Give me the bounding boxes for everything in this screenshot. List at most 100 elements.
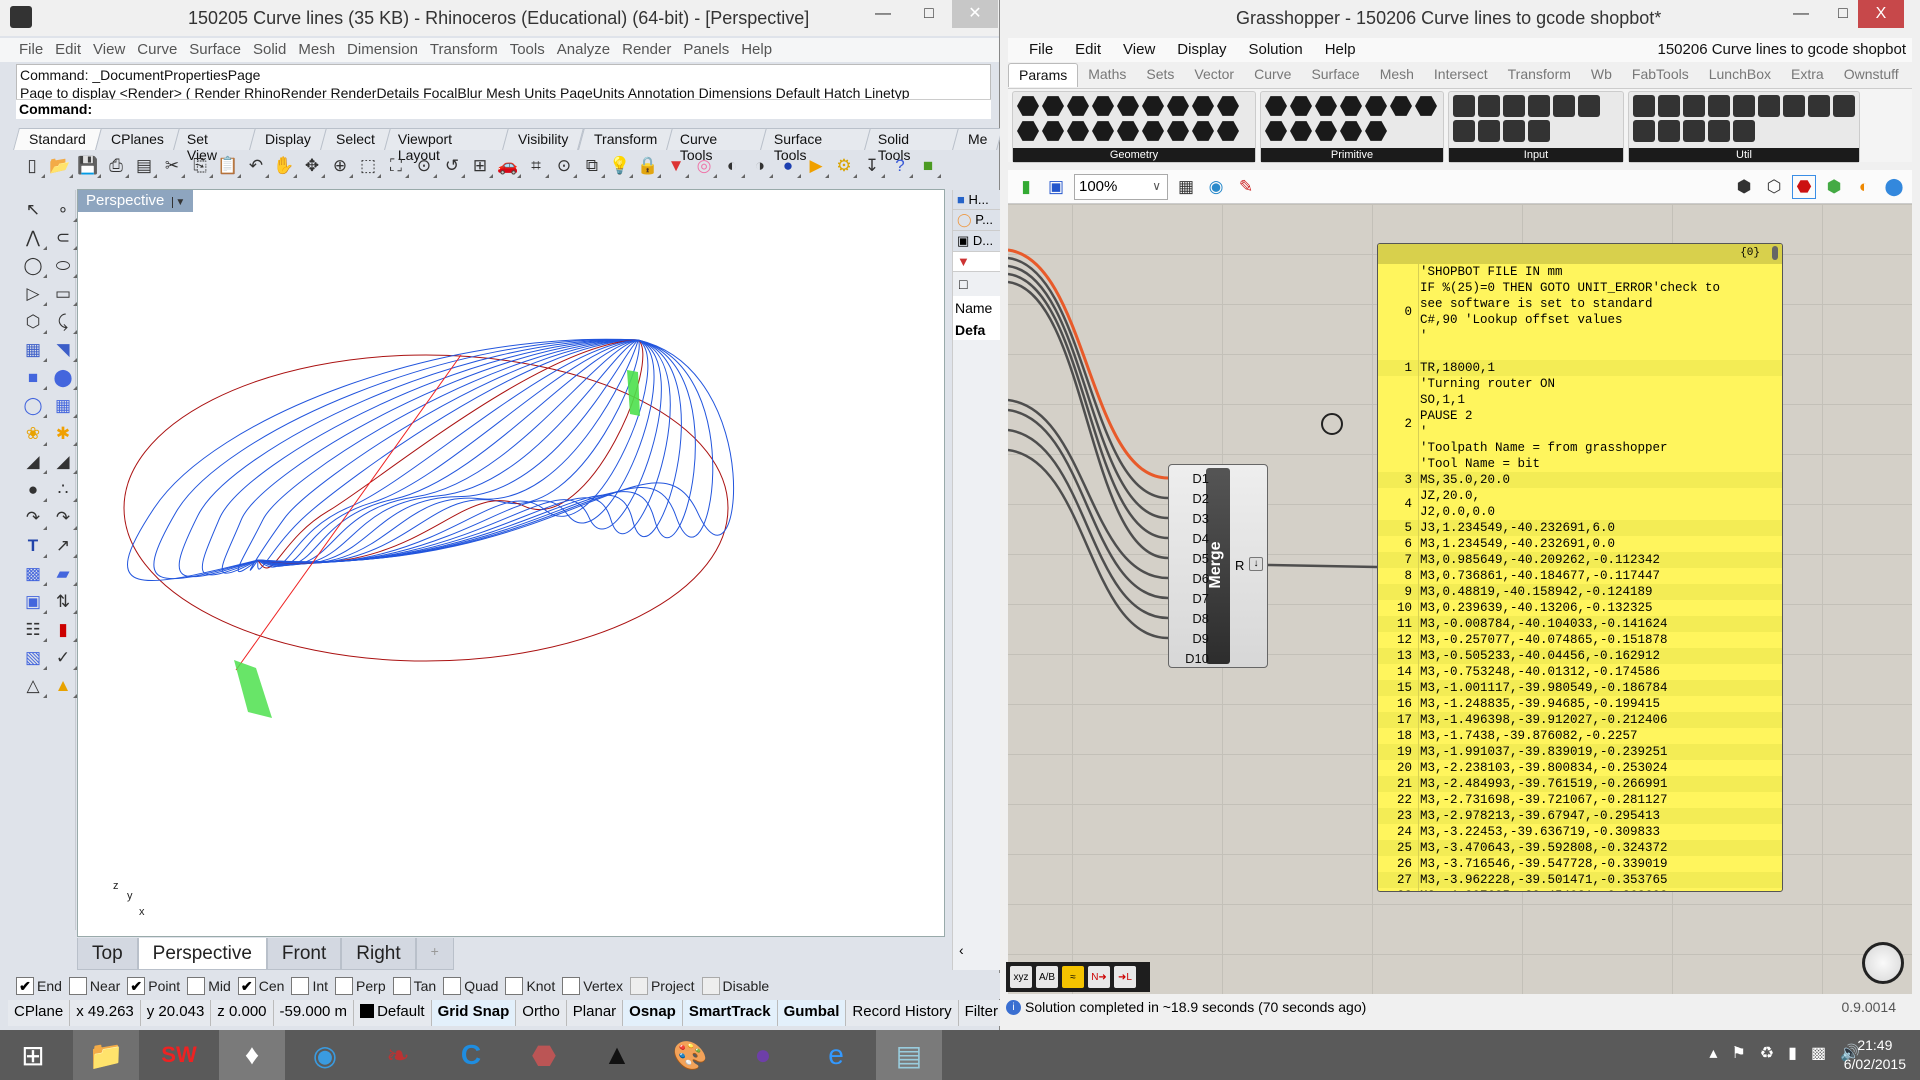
number-icon[interactable] xyxy=(1290,96,1312,116)
undo-icon[interactable]: ↶ xyxy=(244,154,269,178)
command-input[interactable]: Command: xyxy=(16,99,991,119)
matrix-icon[interactable] xyxy=(1340,121,1362,141)
toolbar-tab-visibility[interactable]: Visibility xyxy=(502,128,585,150)
twisted-box-icon[interactable] xyxy=(1217,121,1239,141)
options-gear-icon[interactable]: ⚙ xyxy=(832,154,857,178)
osnap-checkbox[interactable] xyxy=(629,977,648,995)
status-gumball[interactable]: Gumbal xyxy=(777,1000,847,1026)
material-pyramid-icon[interactable]: ▲ xyxy=(50,674,77,698)
osnap-end[interactable]: ✔ End xyxy=(16,977,62,995)
value-list-icon[interactable] xyxy=(1478,120,1500,142)
gh-tab-vector[interactable]: Vector xyxy=(1184,63,1244,87)
toolbar-tab-set-view[interactable]: Set View xyxy=(172,128,257,163)
new-file-icon[interactable]: ▯ xyxy=(20,154,45,178)
spotlight-icon[interactable]: ▶ xyxy=(804,154,829,178)
zoom-window-icon[interactable]: ⬚ xyxy=(356,154,381,178)
point-edit-icon[interactable]: ⊙ xyxy=(552,154,577,178)
level-widget-icon[interactable]: ➜L xyxy=(1114,966,1136,988)
menu-view[interactable]: View xyxy=(88,38,132,62)
merge-input-d6[interactable]: D6 xyxy=(1175,571,1209,586)
osnap-checkbox[interactable] xyxy=(392,977,411,995)
osnap-checkbox[interactable] xyxy=(562,977,581,995)
grid-array-icon[interactable]: ☷ xyxy=(20,618,47,642)
toolbar-tab-display[interactable]: Display xyxy=(249,128,327,150)
panel-tab-help[interactable]: ■ H... xyxy=(953,190,1000,210)
status-planar[interactable]: Planar xyxy=(567,1000,624,1026)
toggle-icon[interactable] xyxy=(1478,95,1500,117)
xyz-widget-icon[interactable]: xyz xyxy=(1010,966,1032,988)
gh-tab-wb[interactable]: Wb xyxy=(1581,63,1622,87)
fillet-icon[interactable]: ⤹ xyxy=(50,310,77,334)
paste-icon[interactable]: 📋 xyxy=(216,154,241,178)
polygon-icon[interactable]: ⬡ xyxy=(20,310,47,334)
render-sphere-icon[interactable]: ◐ xyxy=(720,154,745,178)
circular-arc-icon[interactable] xyxy=(1067,96,1089,116)
render-shapes-icon[interactable]: △ xyxy=(20,674,47,698)
osnap-int[interactable]: Int xyxy=(291,977,328,995)
menu-mesh[interactable]: Mesh xyxy=(293,38,342,62)
cylinder-icon[interactable]: ◯ xyxy=(20,394,47,418)
point-icon[interactable] xyxy=(1017,96,1039,116)
menu-render[interactable]: Render xyxy=(617,38,678,62)
time-icon[interactable] xyxy=(1265,121,1287,141)
perspective-viewport[interactable]: Perspective ▼ z y x xyxy=(77,189,945,937)
gh-close-button[interactable]: X xyxy=(1858,0,1904,28)
viewport-tab-front[interactable]: Front xyxy=(266,938,342,970)
gradient-legend-icon[interactable] xyxy=(1633,120,1655,142)
status-filter[interactable]: Filter xyxy=(959,1000,1005,1026)
panel-tab-materials[interactable]: ▼ xyxy=(953,252,1000,272)
merge-input-d5[interactable]: D5 xyxy=(1175,551,1209,566)
scale-icon[interactable]: ↗ xyxy=(50,534,77,558)
plane-icon[interactable] xyxy=(1167,121,1189,141)
toolbar-tab-standard[interactable]: Standard xyxy=(13,128,102,150)
button-icon[interactable] xyxy=(1503,95,1525,117)
arc-icon[interactable]: ▷ xyxy=(20,282,47,306)
zoom-extents-icon[interactable]: ⛶ xyxy=(384,154,409,178)
mesh-icon[interactable] xyxy=(1117,121,1139,141)
viewport-tab-perspective[interactable]: Perspective xyxy=(137,938,267,970)
ribbon-group-label[interactable]: Geometry xyxy=(1013,148,1255,162)
select-filter-icon[interactable]: ⧉ xyxy=(580,154,605,178)
toolbar-tab-viewport-layout[interactable]: Viewport Layout xyxy=(383,128,510,163)
import-icon[interactable] xyxy=(1453,95,1475,117)
tray-flag-icon[interactable]: ⚑ xyxy=(1731,1043,1745,1063)
merge-input-d10[interactable]: D10 xyxy=(1175,651,1209,666)
osnap-checkbox[interactable]: ✔ xyxy=(237,977,256,995)
osnap-checkbox[interactable]: ✔ xyxy=(127,977,146,995)
gh-menu-display[interactable]: Display xyxy=(1166,38,1237,62)
save-icon[interactable]: 💾 xyxy=(76,154,101,178)
osnap-quad[interactable]: Quad xyxy=(443,977,498,995)
toolbar-tab-curve-tools[interactable]: Curve Tools xyxy=(665,128,767,163)
culture-icon[interactable] xyxy=(1365,96,1387,116)
status-smarttrack[interactable]: SmartTrack xyxy=(682,1000,778,1026)
open-file-icon[interactable]: ▮ xyxy=(1014,175,1038,199)
gh-tab-maths[interactable]: Maths xyxy=(1078,63,1136,87)
gradient-icon[interactable] xyxy=(1528,95,1550,117)
graph-widget-icon[interactable]: ≈ xyxy=(1062,966,1084,988)
shader-icon[interactable] xyxy=(1365,121,1387,141)
rotate-view-icon[interactable]: ✥ xyxy=(300,154,325,178)
arc-icon[interactable] xyxy=(1017,121,1039,141)
ellipse-icon[interactable]: ⬭ xyxy=(50,254,77,278)
add-viewport-tab-button[interactable]: + xyxy=(415,938,454,970)
toolbar-tab-cplanes[interactable]: CPlanes xyxy=(94,128,180,150)
text-icon[interactable]: T xyxy=(20,534,47,558)
gh-tab-mesh[interactable]: Mesh xyxy=(1370,63,1424,87)
save-file-icon[interactable]: ▣ xyxy=(1044,175,1068,199)
ribbon-group-label[interactable]: Util xyxy=(1629,148,1859,162)
menu-help[interactable]: Help xyxy=(736,38,779,62)
curve-icon[interactable]: ⊂ xyxy=(50,226,77,250)
taskbar-rhino[interactable]: ♦ xyxy=(219,1030,285,1080)
copy-icon[interactable]: ⎘ xyxy=(188,154,213,178)
gh-tab-surface[interactable]: Surface xyxy=(1301,63,1369,87)
menu-curve[interactable]: Curve xyxy=(132,38,184,62)
osnap-point[interactable]: ✔ Point xyxy=(127,977,180,995)
osnap-cen[interactable]: ✔ Cen xyxy=(237,977,284,995)
zoom-dynamic-icon[interactable]: ⊕ xyxy=(328,154,353,178)
undo-view-icon[interactable]: ↺ xyxy=(440,154,465,178)
ribbon-group-label[interactable]: Primitive xyxy=(1261,148,1443,162)
toolbar-tab-me[interactable]: Me xyxy=(951,128,1003,150)
point-icon[interactable]: ∘ xyxy=(50,198,77,222)
taskbar-ccleaner[interactable]: C xyxy=(438,1030,504,1080)
merge-output-r[interactable]: R xyxy=(1235,558,1244,573)
